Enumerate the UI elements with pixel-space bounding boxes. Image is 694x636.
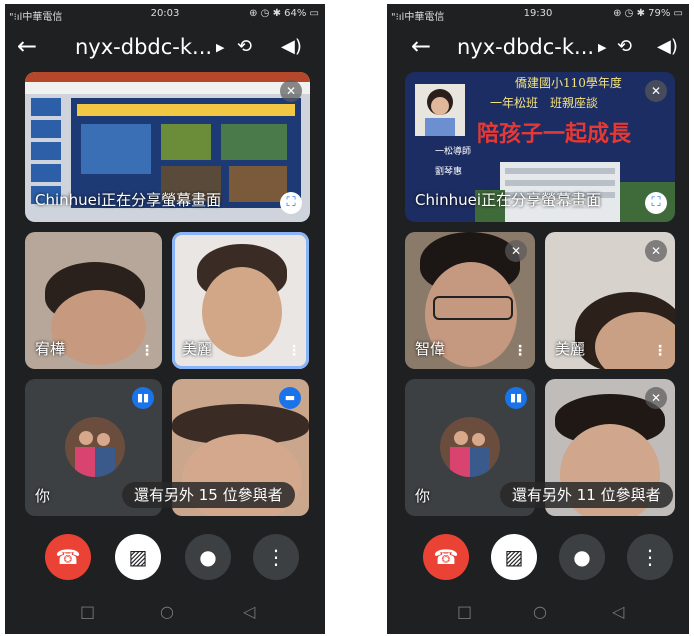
meeting-header: ← nyx-dbdc-k... ▶ ⟲ ◀) bbox=[387, 28, 689, 70]
android-nav-bar: □ ○ ◁ bbox=[5, 594, 325, 634]
end-call-icon[interactable]: ☎ bbox=[45, 534, 91, 580]
system-status: ⊕ ◷ ✱ 64% ▭ bbox=[249, 8, 319, 19]
switch-camera-icon[interactable]: ⟲ bbox=[237, 36, 252, 57]
participant-name: 美麗 bbox=[182, 340, 213, 358]
more-vert-icon[interactable]: ⋮ bbox=[287, 343, 301, 359]
caret-right-icon: ▶ bbox=[598, 41, 607, 54]
camera-off-icon[interactable]: ▨ bbox=[491, 534, 537, 580]
slide-title-line2: 一年松班 班親座談 bbox=[490, 96, 599, 110]
meeting-title[interactable]: nyx-dbdc-k... ▶ bbox=[75, 35, 225, 59]
more-participants-pill[interactable]: 還有另外 15 位參與者 bbox=[122, 482, 295, 508]
back-icon[interactable]: ◁ bbox=[243, 602, 255, 621]
participant-name-self: 你 bbox=[415, 487, 431, 505]
speaking-indicator-icon: ▮▮ bbox=[505, 387, 527, 409]
glasses bbox=[433, 296, 513, 320]
recent-apps-icon[interactable]: □ bbox=[80, 602, 95, 621]
mic-icon[interactable]: ● bbox=[559, 534, 605, 580]
recent-apps-icon[interactable]: □ bbox=[457, 602, 472, 621]
mic-icon[interactable]: ● bbox=[185, 534, 231, 580]
participant-name: 美麗 bbox=[555, 340, 586, 358]
mic-off-icon: ✕ bbox=[645, 387, 667, 409]
mic-off-icon: ✕ bbox=[645, 80, 667, 102]
phone-screen-right: "⁝ıl中華電信 19:30 ⊕ ◷ ✱ 79% ▭ ← nyx-dbdc-k.… bbox=[387, 4, 689, 634]
arrow-back-icon[interactable]: ← bbox=[17, 32, 37, 60]
more-vert-icon[interactable]: ⋮ bbox=[653, 343, 667, 359]
system-status: ⊕ ◷ ✱ 79% ▭ bbox=[613, 8, 683, 19]
mic-off-icon: ✕ bbox=[505, 240, 527, 262]
participant-tile[interactable]: ✕ 智偉 ⋮ bbox=[405, 232, 535, 369]
switch-camera-icon[interactable]: ⟲ bbox=[617, 36, 632, 57]
shared-screen-tile[interactable]: 僑建國小110學年度 一年松班 班親座談 陪孩子一起成長 一松導師 劉琴惠 ✕ … bbox=[405, 72, 675, 222]
slide-title-line1: 僑建國小110學年度 bbox=[515, 76, 622, 90]
participant-name: 宥樺 bbox=[35, 340, 66, 358]
caret-right-icon: ▶ bbox=[216, 41, 225, 54]
home-icon[interactable]: ○ bbox=[160, 602, 174, 621]
speaker-icon[interactable]: ◀) bbox=[657, 36, 678, 57]
fullscreen-icon[interactable]: ⛶ bbox=[280, 192, 302, 214]
slide-teacher-title: 一松導師 bbox=[435, 147, 472, 157]
more-vert-icon[interactable]: ⋮ bbox=[513, 343, 527, 359]
mic-off-icon: ✕ bbox=[645, 240, 667, 262]
screen-share-label: Chinhuei正在分享螢幕畫面 bbox=[35, 191, 222, 209]
screen-share-label: Chinhuei正在分享螢幕畫面 bbox=[415, 191, 602, 209]
speaker-icon[interactable]: ◀) bbox=[281, 36, 302, 57]
avatar bbox=[65, 417, 125, 477]
participant-tile[interactable]: 宥樺 ⋮ bbox=[25, 232, 162, 369]
phone-screen-left: "⁝ıl中華電信 20:03 ⊕ ◷ ✱ 64% ▭ ← nyx-dbdc-k.… bbox=[5, 4, 325, 634]
avatar bbox=[440, 417, 500, 477]
meeting-header: ← nyx-dbdc-k... ▶ ⟲ ◀) bbox=[5, 28, 325, 70]
back-icon[interactable]: ◁ bbox=[612, 602, 624, 621]
more-vert-icon[interactable]: ⋮ bbox=[253, 534, 299, 580]
shared-screen-tile[interactable]: ✕ Chinhuei正在分享螢幕畫面 ⛶ bbox=[25, 72, 310, 222]
arrow-back-icon[interactable]: ← bbox=[411, 32, 431, 60]
speaking-indicator-icon: ▬ bbox=[279, 387, 301, 409]
end-call-icon[interactable]: ☎ bbox=[423, 534, 469, 580]
camera-off-icon[interactable]: ▨ bbox=[115, 534, 161, 580]
home-icon[interactable]: ○ bbox=[533, 602, 547, 621]
slide-teacher-name: 劉琴惠 bbox=[435, 167, 463, 177]
mic-off-icon: ✕ bbox=[280, 80, 302, 102]
more-vert-icon[interactable]: ⋮ bbox=[627, 534, 673, 580]
participant-tile[interactable]: ✕ 美麗 ⋮ bbox=[545, 232, 675, 369]
participant-name-self: 你 bbox=[35, 487, 51, 505]
more-vert-icon[interactable]: ⋮ bbox=[140, 343, 154, 359]
status-bar: "⁝ıl中華電信 19:30 ⊕ ◷ ✱ 79% ▭ bbox=[387, 4, 689, 24]
participant-tile-active[interactable]: 美麗 ⋮ bbox=[172, 232, 309, 369]
meeting-title[interactable]: nyx-dbdc-k... ▶ bbox=[457, 35, 607, 59]
fullscreen-icon[interactable]: ⛶ bbox=[645, 192, 667, 214]
participant-name: 智偉 bbox=[415, 340, 446, 358]
speaking-indicator-icon: ▮▮ bbox=[132, 387, 154, 409]
more-participants-pill[interactable]: 還有另外 11 位參與者 bbox=[500, 482, 673, 508]
status-bar: "⁝ıl中華電信 20:03 ⊕ ◷ ✱ 64% ▭ bbox=[5, 4, 325, 24]
slide-title-line3: 陪孩子一起成長 bbox=[477, 121, 632, 147]
android-nav-bar: □ ○ ◁ bbox=[387, 594, 689, 634]
